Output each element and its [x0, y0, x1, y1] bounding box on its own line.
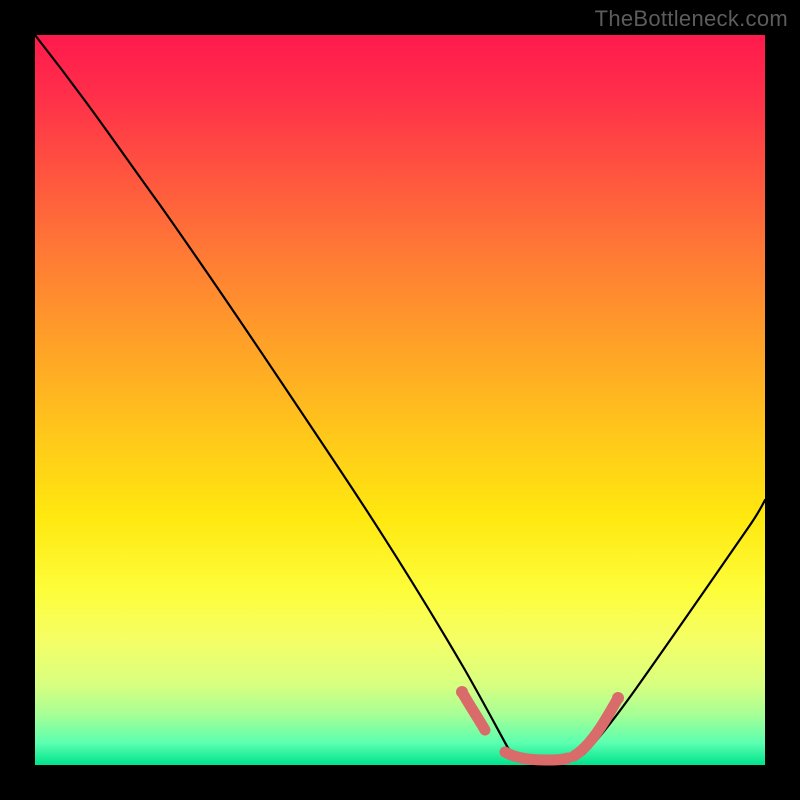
- chart-frame: TheBottleneck.com: [0, 0, 800, 800]
- bottleneck-curve: [35, 35, 765, 760]
- chart-svg: [0, 0, 800, 800]
